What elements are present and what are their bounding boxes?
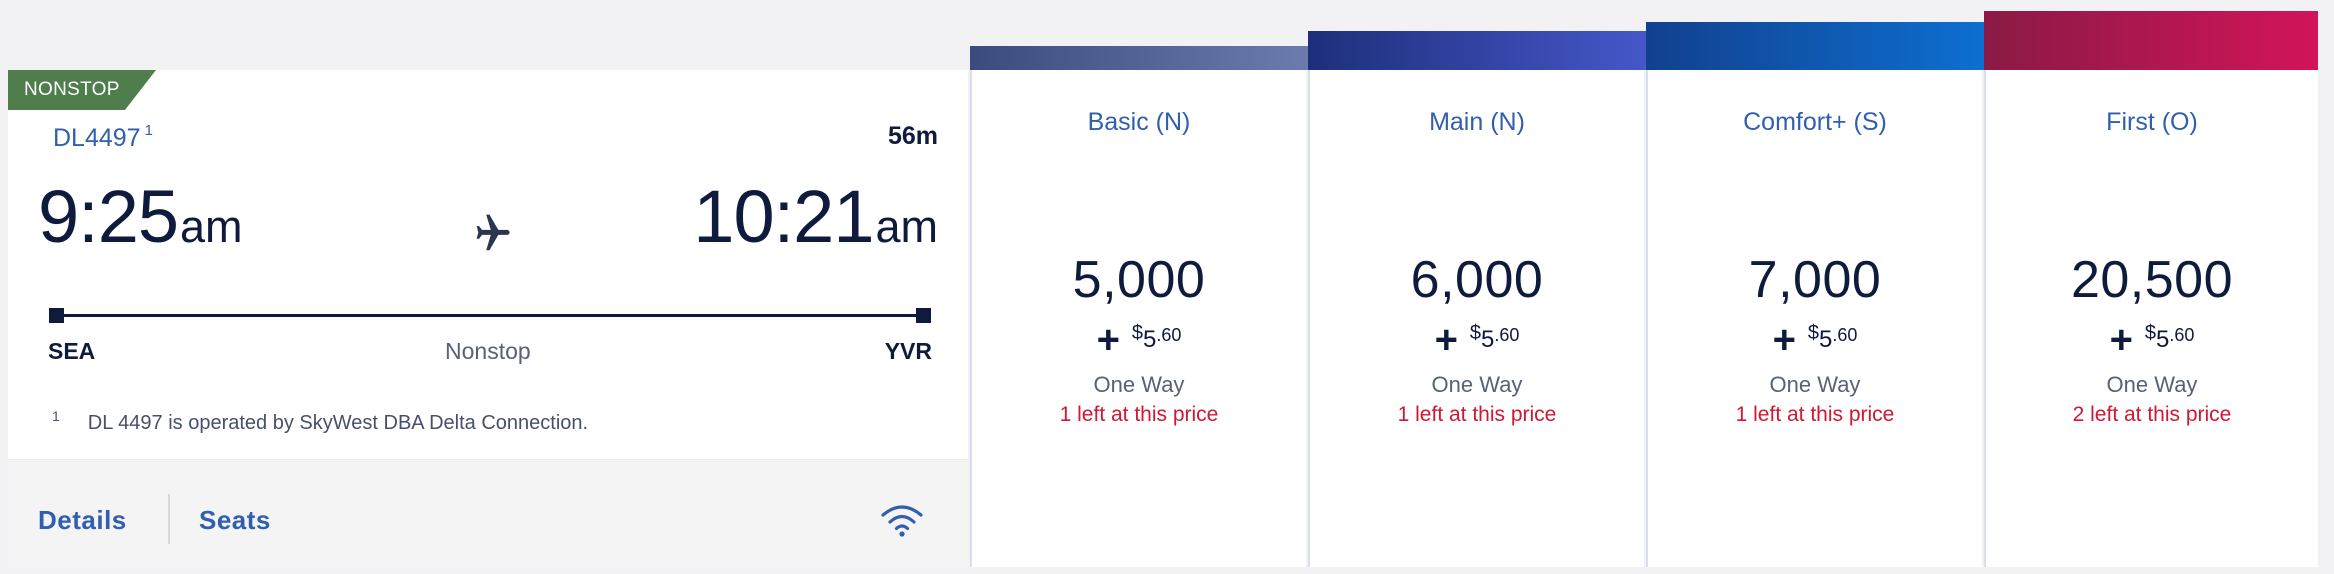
fare-cabin-first: First (O) (2106, 108, 2198, 136)
origin-marker (49, 308, 64, 323)
fare-trip-main: One Way (1431, 372, 1523, 397)
fare-trip-first: One Way (2106, 372, 2198, 397)
footnote-mark: 1 (52, 408, 60, 424)
fare-miles-comfort-plus: 7,000 (1748, 251, 1882, 309)
fare-availability-main: 1 left at this price (1397, 403, 1557, 426)
fare-taxes-cents: .60 (1156, 325, 1182, 345)
fare-currency: $ (1469, 322, 1482, 344)
arrival-time-ampm: am (875, 201, 938, 252)
fare-taxes-first: + $5.60 (1986, 318, 2318, 363)
fare-taxes-basic: + $5.60 (972, 318, 1306, 363)
fare-miles-main: 6,000 (1410, 251, 1544, 309)
nonstop-badge: NONSTOP (8, 70, 156, 110)
fare-cabin-basic: Basic (N) (1087, 108, 1191, 136)
departure-time: 9:25am (38, 174, 243, 259)
fare-miles-first: 20,500 (2070, 251, 2234, 309)
fare-trip-basic: One Way (1093, 372, 1185, 397)
fare-currency: $ (2144, 322, 2157, 344)
flight-number-footnote-mark: 1 (144, 122, 153, 139)
fare-header-comfort-plus (1646, 22, 1984, 70)
fare-column-comfort-plus[interactable]: Comfort+ (S) 7,000 + $5.60 One Way 1 left… (1646, 70, 1982, 567)
fare-miles-basic: 5,000 (1072, 251, 1206, 309)
flight-card: NONSTOP DL4497 1 56m 9:25am 10:21am SEA N… (8, 70, 968, 567)
origin-airport: SEA (48, 338, 96, 364)
fare-column-first[interactable]: First (O) 20,500 + $5.60 One Way 2 left a… (1984, 70, 2318, 567)
operator-footnote: 1 DL 4497 is operated by SkyWest DBA Delt… (52, 408, 588, 435)
fare-currency: $ (1131, 322, 1144, 344)
plus-icon: + (2109, 318, 2133, 362)
plane-icon (476, 214, 510, 251)
fare-taxes-amount: 5 (1143, 326, 1157, 353)
fare-availability-comfort-plus: 1 left at this price (1735, 403, 1895, 426)
destination-marker (916, 308, 931, 323)
fare-availability-basic: 1 left at this price (1059, 403, 1219, 426)
plus-icon: + (1772, 318, 1796, 362)
footnote-text: DL 4497 is operated by SkyWest DBA Delta… (87, 412, 589, 434)
fare-taxes-amount: 5 (2156, 326, 2170, 353)
fare-taxes-cents: .60 (1832, 325, 1858, 345)
fare-taxes-amount: 5 (1481, 326, 1495, 353)
fare-header-first (1984, 11, 2318, 70)
footer-divider (168, 494, 170, 544)
fare-header-basic (970, 46, 1308, 70)
fare-taxes-amount: 5 (1819, 326, 1833, 353)
fare-header-main (1308, 31, 1646, 70)
fare-cabin-main: Main (N) (1429, 108, 1525, 136)
departure-time-ampm: am (180, 201, 243, 252)
wifi-icon (881, 505, 923, 537)
details-link[interactable]: Details (38, 505, 127, 536)
flight-footer (8, 459, 968, 567)
seats-link[interactable]: Seats (199, 505, 271, 536)
fare-column-main[interactable]: Main (N) 6,000 + $5.60 One Way 1 left at … (1308, 70, 1644, 567)
stops-label: Nonstop (445, 338, 531, 364)
plus-icon: + (1434, 318, 1458, 362)
flight-number[interactable]: DL4497 (53, 124, 141, 152)
fare-taxes-comfort-plus: + $5.60 (1648, 318, 1982, 363)
arrival-time-value: 10:21 (693, 175, 874, 258)
fare-taxes-main: + $5.60 (1310, 318, 1644, 363)
departure-time-value: 9:25 (38, 175, 179, 258)
fare-taxes-cents: .60 (2169, 325, 2195, 345)
fare-availability-first: 2 left at this price (2072, 403, 2232, 426)
fare-taxes-cents: .60 (1494, 325, 1520, 345)
destination-airport: YVR (884, 338, 932, 364)
flight-duration: 56m (887, 122, 938, 150)
fare-currency: $ (1807, 322, 1820, 344)
route-line (55, 314, 930, 317)
fare-trip-comfort-plus: One Way (1769, 372, 1861, 397)
flight-number-link[interactable]: DL4497 1 (53, 122, 153, 153)
plus-icon: + (1096, 318, 1120, 362)
fare-column-basic[interactable]: Basic (N) 5,000 + $5.60 One Way 1 left at… (970, 70, 1306, 567)
arrival-time: 10:21am (693, 174, 938, 259)
fare-cabin-comfort-plus: Comfort+ (S) (1743, 108, 1887, 136)
